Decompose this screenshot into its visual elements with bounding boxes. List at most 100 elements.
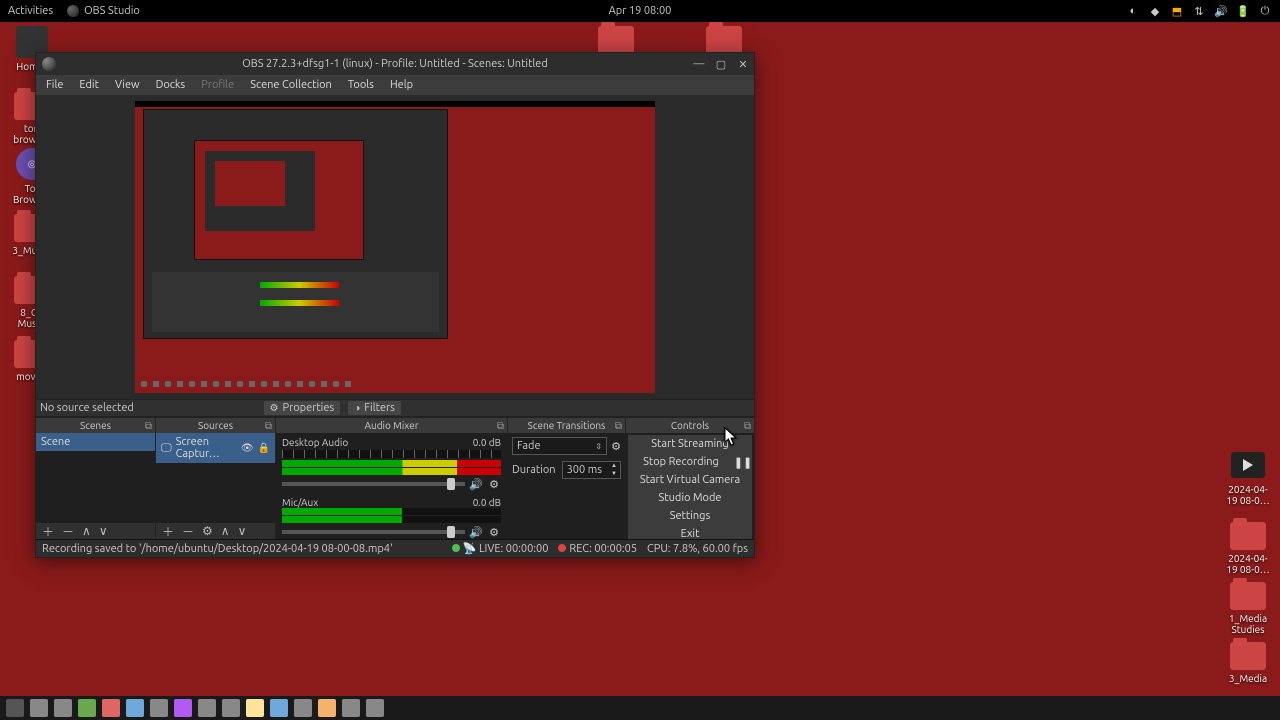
lock-toggle[interactable]: 🔒 [258,442,270,454]
topbar-app-name: OBS Studio [84,5,140,17]
taskbar-item[interactable] [294,699,312,717]
sources-dock: Sources ⧉ 🖵 Screen Captur… 👁 🔒 ＋ － ⚙ ∧ ∨ [156,418,276,539]
menu-docks[interactable]: Docks [150,79,192,91]
cpu-status: CPU: 7.8%, 60.00 fps [647,543,748,555]
channel-db: 0.0 dB [473,497,501,508]
desktop-icon-video[interactable] [1224,452,1272,481]
popout-icon[interactable]: ⧉ [744,420,751,432]
menu-edit[interactable]: Edit [73,79,105,91]
tray-icon[interactable]: ◆ [1148,4,1162,18]
move-up-button[interactable]: ∧ [221,524,230,538]
taskbar-item[interactable] [126,699,144,717]
transitions-dock: Scene Transitions⧉ Fade ⇳ ⚙ Duration 300… [508,418,626,539]
program-preview[interactable] [135,101,655,393]
menu-file[interactable]: File [40,79,69,91]
desktop-icon[interactable]: 2024-04-19 08-0… [1224,522,1272,575]
status-message: Recording saved to '/home/ubuntu/Desktop… [42,543,393,555]
menu-bar: File Edit View Docks Profile Scene Colle… [36,75,754,95]
exit-button[interactable]: Exit [628,525,752,539]
move-up-button[interactable]: ∧ [82,524,91,538]
studio-mode-button[interactable]: Studio Mode [628,489,752,507]
duration-spinbox[interactable]: 300 ms ▲▼ [562,461,621,479]
taskbar-item[interactable] [150,699,168,717]
settings-button[interactable]: Settings [628,507,752,525]
menu-scene-collection[interactable]: Scene Collection [244,79,338,91]
move-down-button[interactable]: ∨ [238,524,247,538]
taskbar-item[interactable] [102,699,120,717]
stop-recording-button[interactable]: Stop Recording [628,453,734,471]
properties-button[interactable]: ⚙Properties [264,401,341,415]
speaker-icon[interactable]: 🔊 [469,525,483,539]
popout-icon[interactable]: ⧉ [145,420,152,432]
add-source-button[interactable]: ＋ [162,523,174,540]
taskbar-item[interactable] [30,699,48,717]
close-button[interactable]: ✕ [732,53,754,75]
popout-icon[interactable]: ⧉ [497,420,504,432]
battery-icon[interactable]: 🔋 [1236,4,1250,18]
taskbar-item[interactable] [246,699,264,717]
scene-item[interactable]: Scene [36,433,155,451]
menu-profile[interactable]: Profile [195,79,240,91]
menu-help[interactable]: Help [384,79,419,91]
mixer-channel: Desktop Audio0.0 dB 🔊 ⚙ [276,433,507,493]
level-meter [282,516,501,523]
window-titlebar[interactable]: OBS 27.2.3+dfsg1-1 (linux) - Profile: Un… [36,53,754,75]
visibility-toggle[interactable]: 👁 [241,442,254,454]
network-icon[interactable]: ⇅ [1192,4,1206,18]
gear-icon[interactable]: ⚙ [487,525,501,539]
start-streaming-button[interactable]: Start Streaming [628,435,752,453]
dock-title: Sources [198,420,233,431]
tray-icon[interactable]: ⬒ [1170,4,1184,18]
volume-slider[interactable] [282,482,465,486]
start-virtual-camera-button[interactable]: Start Virtual Camera [628,471,752,489]
pause-recording-button[interactable]: ❚❚ [734,453,752,471]
tray-icon[interactable]: ◐ [1126,4,1140,18]
taskbar-item[interactable] [198,699,216,717]
taskbar-item[interactable] [366,699,384,717]
add-scene-button[interactable]: ＋ [42,523,54,540]
mixer-channel: Mic/Aux0.0 dB 🔊 ⚙ [276,493,507,539]
taskbar-item[interactable] [174,699,192,717]
transition-select[interactable]: Fade ⇳ [512,437,607,455]
maximize-button[interactable]: ▢ [710,53,732,75]
remove-source-button[interactable]: － [182,523,194,540]
menu-view[interactable]: View [109,79,146,91]
taskbar-item[interactable] [342,699,360,717]
popout-icon[interactable]: ⧉ [265,420,272,432]
taskbar-item[interactable] [78,699,96,717]
remove-scene-button[interactable]: － [62,523,74,540]
window-title: OBS 27.2.3+dfsg1-1 (linux) - Profile: Un… [242,58,548,70]
move-down-button[interactable]: ∨ [99,524,108,538]
gear-icon: ⚙ [270,402,279,414]
topbar-systray[interactable]: ◐ ◆ ⬒ ⇅ 🔊 🔋 ⏻ [1126,4,1280,18]
desktop-icon[interactable]: 1_Media Studies [1224,582,1272,635]
power-icon[interactable]: ⏻ [1258,4,1272,18]
desktop-icon[interactable]: 2024-04-19 08-0… [1224,484,1272,506]
volume-slider[interactable] [282,530,465,534]
volume-icon[interactable]: 🔊 [1214,4,1228,18]
taskbar-item[interactable] [6,699,24,717]
scenes-dock: Scenes⧉ Scene ＋ － ∧ ∨ [36,418,156,539]
chevron-up-icon[interactable]: ▲ [608,462,620,470]
source-item[interactable]: 🖵 Screen Captur… 👁 🔒 [156,433,275,463]
taskbar-item[interactable] [222,699,240,717]
popout-icon[interactable]: ⧉ [615,420,622,432]
bottom-taskbar[interactable] [0,696,1280,720]
source-toolbar: No source selected ⚙Properties ◑Filters [36,399,754,417]
filters-button[interactable]: ◑Filters [348,401,401,415]
activities-button[interactable]: Activities [8,5,53,17]
gear-icon[interactable]: ⚙ [611,440,621,453]
obs-window: OBS 27.2.3+dfsg1-1 (linux) - Profile: Un… [35,52,755,558]
taskbar-item[interactable] [54,699,72,717]
topbar-app[interactable]: OBS Studio [67,5,140,17]
menu-tools[interactable]: Tools [342,79,380,91]
taskbar-item[interactable] [270,699,288,717]
desktop-icon[interactable]: 3_Media [1224,642,1272,684]
taskbar-item[interactable] [318,699,336,717]
gear-icon[interactable]: ⚙ [487,477,501,491]
topbar-clock[interactable]: Apr 19 08:00 [609,5,672,17]
source-settings-button[interactable]: ⚙ [202,524,213,538]
minimize-button[interactable]: — [688,53,710,75]
chevron-down-icon[interactable]: ▼ [608,470,620,478]
speaker-icon[interactable]: 🔊 [469,477,483,491]
